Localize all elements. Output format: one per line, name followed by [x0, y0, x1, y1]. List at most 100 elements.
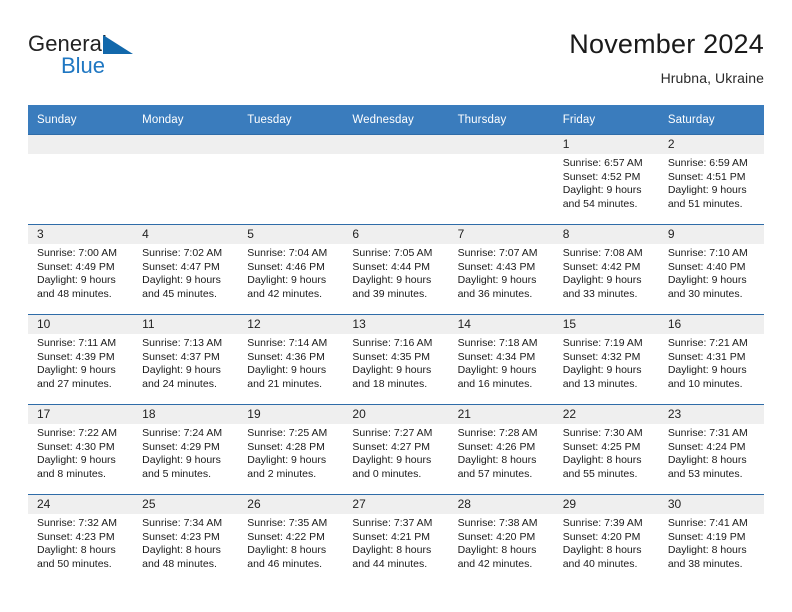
day-sun-info: Sunrise: 7:18 AM Sunset: 4:34 PM Dayligh…	[457, 337, 538, 390]
calendar-day-cell[interactable]: 27 Sunrise: 7:37 AM Sunset: 4:21 PM Dayli…	[343, 494, 449, 584]
day-sun-info: Sunrise: 7:07 AM Sunset: 4:43 PM Dayligh…	[457, 247, 538, 300]
calendar-day-cell[interactable]: 29 Sunrise: 7:39 AM Sunset: 4:20 PM Dayli…	[553, 494, 659, 584]
day-number: 20	[352, 407, 366, 421]
day-sun-info: Sunrise: 7:35 AM Sunset: 4:22 PM Dayligh…	[247, 517, 328, 570]
calendar-day-cell[interactable]: 24 Sunrise: 7:32 AM Sunset: 4:23 PM Dayli…	[28, 494, 134, 584]
calendar-day-cell[interactable]: 17 Sunrise: 7:22 AM Sunset: 4:30 PM Dayli…	[28, 404, 134, 495]
day-cell-inner	[133, 135, 239, 224]
day-sun-info	[449, 154, 554, 157]
location-subtitle: Hrubna, Ukraine	[660, 70, 764, 86]
day-cell-inner: 8 Sunrise: 7:08 AM Sunset: 4:42 PM Daylig…	[553, 225, 659, 314]
day-cell-inner: 19 Sunrise: 7:25 AM Sunset: 4:28 PM Dayli…	[238, 405, 344, 494]
day-sun-info: Sunrise: 6:57 AM Sunset: 4:52 PM Dayligh…	[562, 157, 643, 210]
day-sun-info: Sunrise: 7:19 AM Sunset: 4:32 PM Dayligh…	[562, 337, 643, 390]
calendar-day-cell[interactable]: 25 Sunrise: 7:34 AM Sunset: 4:23 PM Dayli…	[133, 494, 239, 584]
day-number	[238, 135, 343, 154]
day-sun-info: Sunrise: 7:32 AM Sunset: 4:23 PM Dayligh…	[37, 517, 117, 570]
day-cell-inner: 25 Sunrise: 7:34 AM Sunset: 4:23 PM Dayli…	[133, 495, 239, 584]
day-sun-info: Sunrise: 7:28 AM Sunset: 4:26 PM Dayligh…	[457, 427, 538, 480]
calendar-day-cell[interactable]: 1 Sunrise: 6:57 AM Sunset: 4:52 PM Daylig…	[553, 134, 659, 225]
general-blue-logo: General Blue	[28, 32, 228, 88]
calendar-day-cell[interactable]: 7 Sunrise: 7:07 AM Sunset: 4:43 PM Daylig…	[448, 224, 554, 315]
calendar-body: 1 Sunrise: 6:57 AM Sunset: 4:52 PM Daylig…	[28, 134, 764, 584]
calendar-day-cell[interactable]: 10 Sunrise: 7:11 AM Sunset: 4:39 PM Dayli…	[28, 314, 134, 405]
calendar-empty-cell	[238, 134, 344, 225]
calendar-day-cell[interactable]: 9 Sunrise: 7:10 AM Sunset: 4:40 PM Daylig…	[658, 224, 764, 315]
calendar-day-cell[interactable]: 28 Sunrise: 7:38 AM Sunset: 4:20 PM Dayli…	[448, 494, 554, 584]
day-number: 7	[457, 227, 465, 241]
day-number: 11	[142, 317, 155, 331]
calendar-day-cell[interactable]: 15 Sunrise: 7:19 AM Sunset: 4:32 PM Dayli…	[553, 314, 659, 405]
logo-word-blue: Blue	[61, 53, 106, 78]
day-number: 6	[352, 227, 360, 241]
day-number: 8	[562, 227, 570, 241]
day-cell-inner: 7 Sunrise: 7:07 AM Sunset: 4:43 PM Daylig…	[448, 225, 554, 314]
calendar-day-cell[interactable]: 12 Sunrise: 7:14 AM Sunset: 4:36 PM Dayli…	[238, 314, 344, 405]
day-sun-info: Sunrise: 7:08 AM Sunset: 4:42 PM Dayligh…	[562, 247, 643, 300]
calendar-week-row: 24 Sunrise: 7:32 AM Sunset: 4:23 PM Dayli…	[28, 494, 764, 584]
day-sun-info: Sunrise: 7:37 AM Sunset: 4:21 PM Dayligh…	[352, 517, 433, 570]
page-title: November 2024	[569, 29, 764, 59]
day-number: 13	[352, 317, 366, 331]
day-cell-inner: 24 Sunrise: 7:32 AM Sunset: 4:23 PM Dayli…	[28, 495, 134, 584]
day-number	[449, 135, 554, 154]
day-number: 29	[562, 497, 577, 511]
calendar-day-cell[interactable]: 20 Sunrise: 7:27 AM Sunset: 4:27 PM Dayli…	[343, 404, 449, 495]
calendar-week-row: 17 Sunrise: 7:22 AM Sunset: 4:30 PM Dayli…	[28, 404, 764, 495]
weekday-header-tuesday: Tuesday	[238, 105, 344, 135]
day-number: 9	[667, 227, 675, 241]
day-number: 4	[142, 227, 149, 241]
day-number: 15	[562, 317, 577, 331]
calendar-day-cell[interactable]: 14 Sunrise: 7:18 AM Sunset: 4:34 PM Dayli…	[448, 314, 554, 405]
weekday-header-sunday: Sunday	[28, 105, 134, 135]
day-sun-info: Sunrise: 6:59 AM Sunset: 4:51 PM Dayligh…	[667, 157, 748, 210]
calendar-day-cell[interactable]: 11 Sunrise: 7:13 AM Sunset: 4:37 PM Dayli…	[133, 314, 239, 405]
calendar-day-cell[interactable]: 23 Sunrise: 7:31 AM Sunset: 4:24 PM Dayli…	[658, 404, 764, 495]
calendar-empty-cell	[133, 134, 239, 225]
day-number	[343, 135, 448, 154]
day-sun-info: Sunrise: 7:24 AM Sunset: 4:29 PM Dayligh…	[142, 427, 223, 480]
day-number: 25	[142, 497, 156, 511]
calendar-day-cell[interactable]: 4 Sunrise: 7:02 AM Sunset: 4:47 PM Daylig…	[133, 224, 239, 315]
day-number: 3	[37, 227, 44, 241]
day-cell-inner: 29 Sunrise: 7:39 AM Sunset: 4:20 PM Dayli…	[553, 495, 659, 584]
calendar-header-row: Sunday Monday Tuesday Wednesday Thursday Frid…	[28, 105, 764, 135]
weekday-header-friday: Friday	[553, 105, 659, 135]
calendar-day-cell[interactable]: 6 Sunrise: 7:05 AM Sunset: 4:44 PM Daylig…	[343, 224, 449, 315]
day-number: 21	[457, 407, 471, 421]
calendar-day-cell[interactable]: 30 Sunrise: 7:41 AM Sunset: 4:19 PM Dayli…	[658, 494, 764, 584]
day-number: 28	[457, 497, 471, 511]
day-sun-info	[133, 154, 238, 157]
calendar-empty-cell	[448, 134, 554, 225]
calendar-table: Sunday Monday Tuesday Wednesday Thursday Frid…	[28, 105, 764, 584]
calendar-day-cell[interactable]: 26 Sunrise: 7:35 AM Sunset: 4:22 PM Dayli…	[238, 494, 344, 584]
day-sun-info: Sunrise: 7:31 AM Sunset: 4:24 PM Dayligh…	[667, 427, 748, 480]
day-sun-info: Sunrise: 7:11 AM Sunset: 4:39 PM Dayligh…	[37, 337, 117, 390]
day-number: 14	[457, 317, 471, 331]
weekday-header-monday: Monday	[133, 105, 239, 135]
day-sun-info: Sunrise: 7:02 AM Sunset: 4:47 PM Dayligh…	[142, 247, 223, 300]
calendar-day-cell[interactable]: 13 Sunrise: 7:16 AM Sunset: 4:35 PM Dayli…	[343, 314, 449, 405]
calendar-day-cell[interactable]: 8 Sunrise: 7:08 AM Sunset: 4:42 PM Daylig…	[553, 224, 659, 315]
calendar-week-row: 10 Sunrise: 7:11 AM Sunset: 4:39 PM Dayli…	[28, 314, 764, 405]
day-number: 18	[142, 407, 156, 421]
calendar-day-cell[interactable]: 2 Sunrise: 6:59 AM Sunset: 4:51 PM Daylig…	[658, 134, 764, 225]
day-sun-info	[238, 154, 343, 157]
calendar-day-cell[interactable]: 3 Sunrise: 7:00 AM Sunset: 4:49 PM Daylig…	[28, 224, 134, 315]
day-sun-info: Sunrise: 7:13 AM Sunset: 4:37 PM Dayligh…	[142, 337, 223, 390]
day-cell-inner: 23 Sunrise: 7:31 AM Sunset: 4:24 PM Dayli…	[658, 405, 764, 494]
calendar-day-cell[interactable]: 19 Sunrise: 7:25 AM Sunset: 4:28 PM Dayli…	[238, 404, 344, 495]
day-cell-inner: 28 Sunrise: 7:38 AM Sunset: 4:20 PM Dayli…	[448, 495, 554, 584]
calendar-day-cell[interactable]: 18 Sunrise: 7:24 AM Sunset: 4:29 PM Dayli…	[133, 404, 239, 495]
calendar-day-cell[interactable]: 21 Sunrise: 7:28 AM Sunset: 4:26 PM Dayli…	[448, 404, 554, 495]
calendar-day-cell[interactable]: 22 Sunrise: 7:30 AM Sunset: 4:25 PM Dayli…	[553, 404, 659, 495]
day-sun-info	[28, 154, 133, 157]
calendar-day-cell[interactable]: 5 Sunrise: 7:04 AM Sunset: 4:46 PM Daylig…	[238, 224, 344, 315]
weekday-header-row: Sunday Monday Tuesday Wednesday Thursday Frid…	[28, 105, 764, 135]
day-cell-inner: 26 Sunrise: 7:35 AM Sunset: 4:22 PM Dayli…	[238, 495, 344, 584]
day-sun-info: Sunrise: 7:10 AM Sunset: 4:40 PM Dayligh…	[667, 247, 748, 300]
day-number: 27	[352, 497, 366, 511]
calendar-day-cell[interactable]: 16 Sunrise: 7:21 AM Sunset: 4:31 PM Dayli…	[658, 314, 764, 405]
day-number: 24	[37, 497, 51, 511]
day-cell-inner	[238, 135, 344, 224]
